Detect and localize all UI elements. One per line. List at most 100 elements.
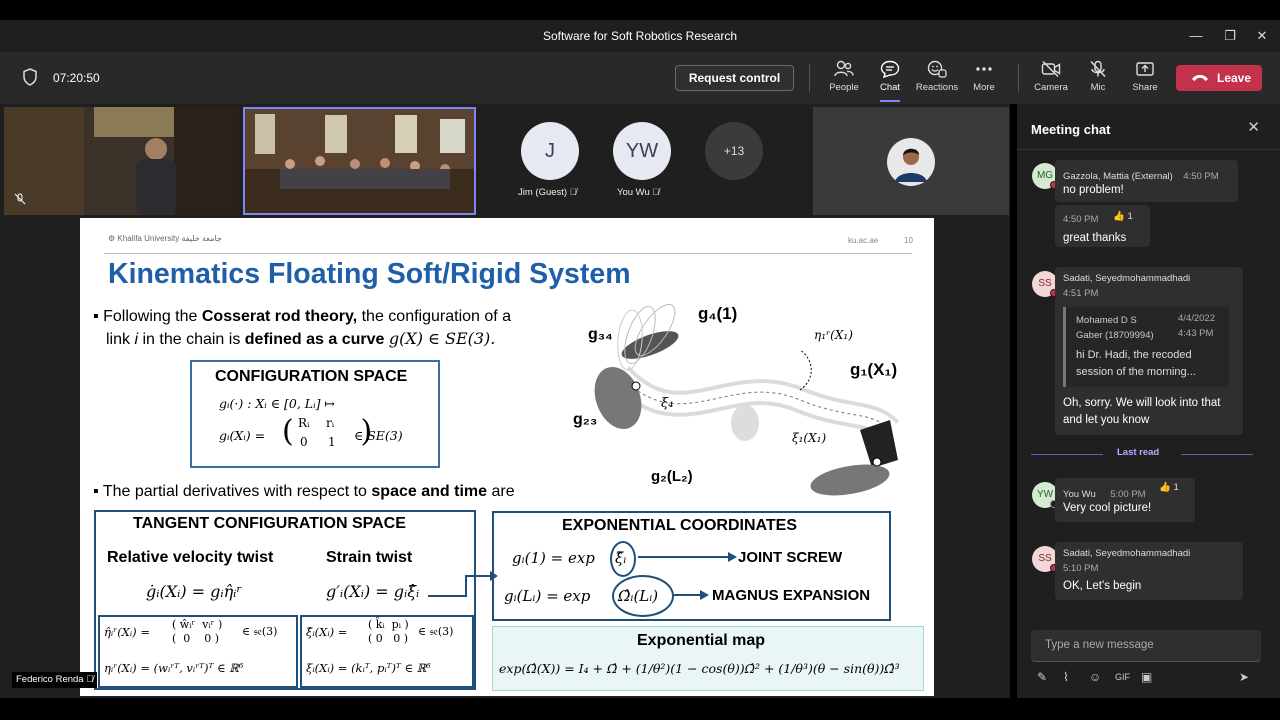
reaction[interactable]: 👍 1 xyxy=(1113,211,1133,222)
share-button[interactable]: Share xyxy=(1121,60,1169,93)
message-text: OK, Let's begin xyxy=(1063,580,1142,592)
mic-button[interactable]: Mic xyxy=(1074,60,1122,93)
slide-title: Kinematics Floating Soft/Rigid System xyxy=(108,258,631,290)
participant-name-label: Jim (Guest) xyxy=(518,187,568,198)
exp-map-equation: exp(Ω̂(X)) = I₄ + Ω̂ + (1/θ²)(1 − cos(θ)… xyxy=(499,661,900,676)
video-tile-presenter[interactable] xyxy=(4,107,239,215)
toolbar-separator xyxy=(809,64,810,92)
close-icon[interactable]: ✕ xyxy=(1252,26,1272,46)
university-logo: ⚙ Khalifa University جامعة خليفة xyxy=(108,234,222,243)
fig-label-eta: η₁ʳ(X₁) xyxy=(814,328,853,342)
chat-button[interactable]: Chat xyxy=(866,60,914,102)
muted-mic-icon: 🎙̸ xyxy=(86,674,94,685)
slide-site: ku.ac.ae xyxy=(848,236,879,245)
camera-button[interactable]: Camera xyxy=(1027,60,1075,93)
joint-screw-label: JOINT SCREW xyxy=(738,549,843,566)
text: are xyxy=(491,483,515,500)
exp-map-title: Exponential map xyxy=(637,632,766,649)
format-icon[interactable]: ✎ xyxy=(1037,670,1047,684)
eta-vector-eq: ηᵢʳ(Xᵢ) = (wᵢʳᵀ, vᵢʳᵀ)ᵀ ∈ ℝ⁶ xyxy=(104,661,244,675)
message-time: 4:50 PM xyxy=(1183,171,1219,182)
gif-icon[interactable]: GIF xyxy=(1115,672,1130,682)
text-bold: space and time xyxy=(371,483,488,500)
quoted-message[interactable]: Mohamed D S Gaber (18709994) 4/4/2022 4:… xyxy=(1063,307,1229,387)
divider-line xyxy=(1181,454,1253,455)
participant-name-label: You Wu xyxy=(617,187,650,198)
participant-avatar-you-wu[interactable]: YW xyxy=(613,122,671,180)
matrix-rv: rᵢ xyxy=(326,416,335,430)
reactions-label: Reactions xyxy=(915,82,959,93)
chat-divider xyxy=(1017,149,1280,150)
people-label: People xyxy=(829,82,859,93)
exp-eq-2: gᵢ(Lᵢ) = exp xyxy=(504,587,591,605)
thumbs-up-icon: 👍 xyxy=(1159,482,1171,493)
xi-hat-eq: ξ̂ᵢ(Xᵢ) = xyxy=(306,625,348,639)
text-bold: defined as a curve xyxy=(244,331,385,348)
emoji-icon[interactable]: ☺ xyxy=(1089,670,1101,684)
tangent-space-box: TANGENT CONFIGURATION SPACE Relative vel… xyxy=(94,510,476,690)
message-author: Sadati, Seyedmohammadhadi xyxy=(1063,273,1191,284)
logo-arabic: جامعة خليفة xyxy=(181,234,222,243)
message-text: Very cool picture! xyxy=(1063,502,1152,514)
shared-slide: ⚙ Khalifa University جامعة خليفة ku.ac.a… xyxy=(80,218,934,696)
exp-coords-title: EXPONENTIAL COORDINATES xyxy=(562,517,797,534)
send-icon[interactable]: ➤ xyxy=(1239,670,1249,684)
presenter-name: Federico Renda xyxy=(16,674,84,685)
message-compose-box[interactable]: Type a new message xyxy=(1031,630,1261,662)
request-control-button[interactable]: Request control xyxy=(675,65,794,91)
video-tile-room[interactable] xyxy=(243,107,476,215)
kinematics-figure xyxy=(594,303,900,496)
text: the configuration of a xyxy=(361,308,512,325)
people-button[interactable]: People xyxy=(820,60,868,93)
mic-off-icon xyxy=(1090,60,1106,78)
arrow-connector xyxy=(428,571,498,597)
leave-button[interactable]: Leave xyxy=(1176,65,1262,91)
people-icon xyxy=(834,60,854,77)
more-button[interactable]: More xyxy=(960,60,1008,93)
more-icon xyxy=(976,67,992,71)
minimize-icon[interactable]: — xyxy=(1186,26,1206,46)
meeting-toolbar: 07:20:50 Request control People Chat Rea… xyxy=(0,52,1280,104)
chat-label: Chat xyxy=(879,82,901,93)
matrix-r: Rᵢ xyxy=(298,416,310,430)
magnus-label: MAGNUS EXPANSION xyxy=(712,587,871,604)
camera-label: Camera xyxy=(1034,82,1068,93)
participant-name-you-wu: You Wu 🎙̸ xyxy=(617,187,659,198)
toolbar-separator xyxy=(1018,64,1019,92)
quote-text: hi Dr. Hadi, the recoded session of the … xyxy=(1076,349,1196,378)
exponential-map-box: Exponential map exp(Ω̂(X)) = I₄ + Ω̂ + (… xyxy=(492,626,924,691)
chat-message[interactable]: You Wu 5:00 PM 👍 1 Very cool picture! xyxy=(1055,478,1195,522)
attach-icon[interactable]: ⌇ xyxy=(1063,670,1069,684)
muted-mic-icon xyxy=(14,193,26,205)
restore-icon[interactable]: ❐ xyxy=(1220,26,1240,46)
text-italic: i xyxy=(134,331,139,348)
more-participants-button[interactable]: +13 xyxy=(705,122,763,180)
last-read-label: Last read xyxy=(1117,447,1160,458)
exp-omega: Ω̂ᵢ(Lᵢ) xyxy=(618,587,659,605)
arrow-magnus xyxy=(674,590,709,600)
reaction[interactable]: 👍 1 xyxy=(1159,482,1179,493)
message-text: Oh, sorry. We will look into that and le… xyxy=(1063,397,1221,426)
room-video xyxy=(245,109,474,213)
reaction-count: 1 xyxy=(1127,211,1133,222)
chat-header: Meeting chat xyxy=(1031,122,1111,137)
more-label: More xyxy=(973,82,995,93)
window-title: Software for Soft Robotics Research xyxy=(542,29,738,43)
sticker-icon[interactable]: ▣ xyxy=(1141,670,1152,684)
fig-label-g34: g₃₄ xyxy=(588,326,613,343)
reactions-button[interactable]: Reactions xyxy=(913,60,961,93)
eta-matrix: ( ŵᵢʳ vᵢʳ )( 0 0 ) xyxy=(172,618,223,645)
message-time: 5:00 PM xyxy=(1110,489,1146,500)
participant-avatar-jim[interactable]: J xyxy=(521,122,579,180)
compose-toolbar: ✎ ⌇ ☺ GIF ▣ ➤ xyxy=(1031,670,1261,690)
chat-message[interactable]: 4:50 PM 👍 1 great thanks xyxy=(1055,205,1150,247)
message-time: 4:50 PM xyxy=(1063,214,1099,225)
muted-mic-icon: 🎙̸ xyxy=(569,187,577,197)
slide-number: 10 xyxy=(904,236,913,245)
chat-message[interactable]: Sadati, Seyedmohammadhadi 4:51 PM Mohame… xyxy=(1055,267,1243,435)
chat-message[interactable]: Sadati, Seyedmohammadhadi 5:10 PM OK, Le… xyxy=(1055,542,1243,600)
video-tile-participant[interactable] xyxy=(813,107,1009,215)
close-icon[interactable]: ✕ xyxy=(1247,118,1260,136)
header-divider xyxy=(104,253,912,254)
chat-message[interactable]: Gazzola, Mattia (External) 4:50 PM no pr… xyxy=(1055,160,1238,202)
